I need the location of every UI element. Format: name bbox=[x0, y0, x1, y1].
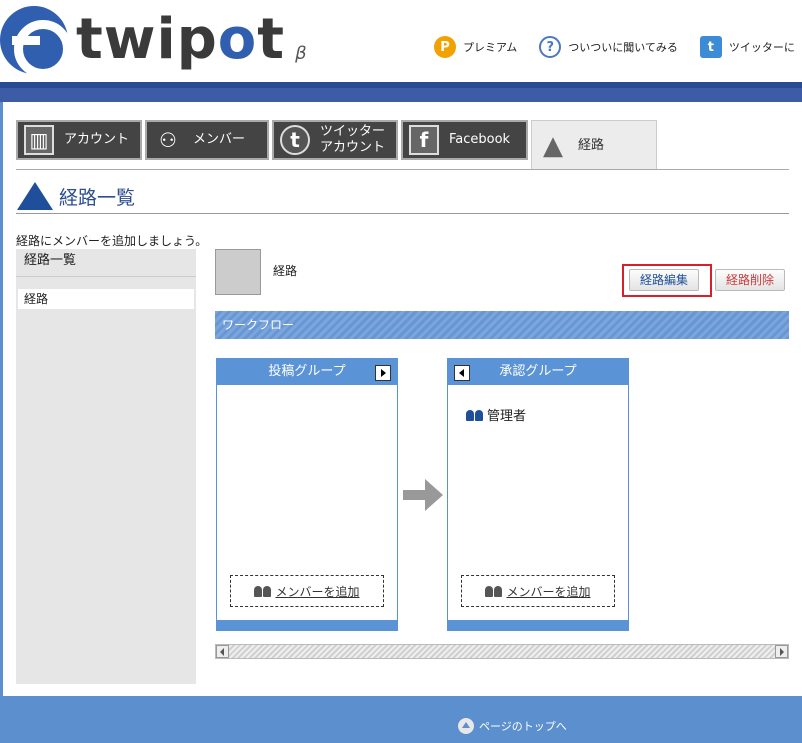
tab-label: Facebook bbox=[449, 132, 511, 148]
premium-link[interactable]: P プレミアム bbox=[434, 36, 517, 58]
building-icon: ▥ bbox=[24, 125, 54, 155]
add-member-button[interactable]: メンバーを追加 bbox=[461, 575, 615, 607]
group-title: 投稿グループ bbox=[268, 364, 346, 379]
tab-twitter-account[interactable]: t ツイッター アカウント bbox=[272, 120, 398, 160]
scroll-right-icon[interactable] bbox=[775, 645, 788, 658]
tab-label: 経路 bbox=[578, 137, 605, 153]
back-to-top-link[interactable]: ページのトップへ bbox=[458, 718, 567, 734]
member-name: 管理者 bbox=[487, 409, 527, 424]
workflow-header: ワークフロー bbox=[215, 311, 789, 339]
premium-icon: P bbox=[434, 36, 456, 58]
page-title-text: 経路一覧 bbox=[59, 186, 136, 209]
group-footer bbox=[448, 620, 628, 630]
highlight-box bbox=[622, 264, 712, 297]
page-title: 経路一覧 bbox=[17, 182, 135, 210]
move-left-icon[interactable] bbox=[454, 365, 470, 381]
road-icon bbox=[17, 182, 53, 210]
tab-label: ツイッター アカウント bbox=[320, 124, 386, 155]
delete-route-button[interactable]: 経路削除 bbox=[715, 269, 786, 291]
tab-routes[interactable]: ▲ 経路 bbox=[531, 120, 657, 170]
sidebar-item-route[interactable]: 経路 bbox=[18, 289, 194, 309]
horizontal-scrollbar[interactable] bbox=[215, 644, 789, 659]
title-divider bbox=[16, 213, 789, 214]
tab-account[interactable]: ▥ アカウント bbox=[16, 120, 142, 160]
twitter-icon: t bbox=[699, 36, 722, 58]
group-title: 承認グループ bbox=[499, 364, 577, 379]
group-member[interactable]: 管理者 bbox=[466, 405, 526, 424]
twipot-logo-mark-icon bbox=[0, 6, 72, 78]
question-icon: ? bbox=[539, 36, 562, 58]
tab-members[interactable]: ⚇ メンバー bbox=[145, 120, 269, 160]
group-header: 投稿グループ bbox=[217, 359, 397, 385]
content-panel: ▥ アカウント ⚇ メンバー t ツイッター アカウント f Facebook … bbox=[3, 102, 802, 696]
back-to-top-label: ページのトップへ bbox=[479, 720, 567, 733]
post-group: 投稿グループ メンバーを追加 bbox=[216, 358, 398, 631]
header-bar-top bbox=[0, 82, 802, 88]
tab-label: メンバー bbox=[193, 132, 246, 148]
ask-link[interactable]: ? ついついに聞いてみる bbox=[539, 36, 678, 58]
group-footer bbox=[217, 620, 397, 630]
scroll-left-icon[interactable] bbox=[216, 645, 229, 658]
flow-arrow-icon bbox=[403, 479, 443, 511]
header: twipot β P プレミアム ? ついついに聞いてみる t ツイッターに bbox=[0, 0, 802, 82]
add-member-label: メンバーを追加 bbox=[506, 584, 591, 599]
sidebar-header: 経路一覧 bbox=[16, 249, 196, 277]
move-right-icon[interactable] bbox=[375, 365, 391, 381]
people-icon bbox=[466, 409, 484, 421]
arrow-up-icon bbox=[458, 718, 474, 734]
facebook-icon: f bbox=[409, 125, 439, 155]
tab-bar: ▥ アカウント ⚇ メンバー t ツイッター アカウント f Facebook … bbox=[16, 120, 660, 170]
intro-text: 経路にメンバーを追加しましょう。 bbox=[16, 234, 208, 248]
people-icon: ⚇ bbox=[159, 128, 177, 152]
twipot-logo[interactable]: twipot β bbox=[0, 4, 307, 78]
beta-label: β bbox=[295, 42, 307, 64]
route-sidebar: 経路一覧 経路 bbox=[16, 249, 196, 684]
twitter-link[interactable]: t ツイッターに bbox=[699, 36, 795, 58]
page: twipot β P プレミアム ? ついついに聞いてみる t ツイッターに ▥… bbox=[0, 0, 802, 743]
route-name: 経路 bbox=[273, 264, 298, 278]
people-icon bbox=[485, 585, 503, 597]
premium-link-label: プレミアム bbox=[463, 41, 518, 54]
top-links: P プレミアム ? ついついに聞いてみる t ツイッターに bbox=[434, 36, 802, 58]
route-thumbnail bbox=[215, 249, 261, 295]
logo-text: twipot bbox=[76, 7, 286, 72]
add-member-label: メンバーを追加 bbox=[275, 584, 360, 599]
twitter-t-icon: t bbox=[280, 125, 310, 155]
tab-facebook[interactable]: f Facebook bbox=[401, 120, 528, 160]
tab-label: アカウント bbox=[64, 132, 130, 148]
ask-link-label: ついついに聞いてみる bbox=[568, 41, 678, 54]
add-member-button[interactable]: メンバーを追加 bbox=[230, 575, 384, 607]
approval-group: 承認グループ 管理者 メンバーを追加 bbox=[447, 358, 629, 631]
group-header: 承認グループ bbox=[448, 359, 628, 385]
twitter-link-label: ツイッターに bbox=[728, 41, 795, 54]
road-icon: ▲ bbox=[543, 130, 563, 161]
tab-divider bbox=[16, 169, 789, 170]
people-icon bbox=[254, 585, 272, 597]
